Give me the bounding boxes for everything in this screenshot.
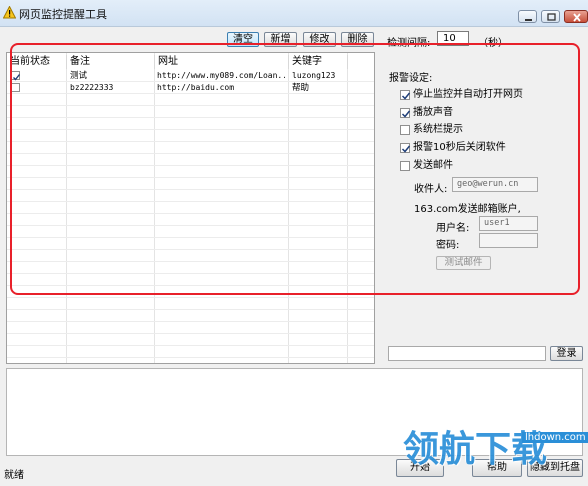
edit-button[interactable]: 修改 <box>303 32 336 47</box>
minimize-button[interactable] <box>518 10 537 23</box>
checkmark-icon <box>401 110 411 118</box>
login-input[interactable] <box>388 346 546 361</box>
clear-button[interactable]: 清空 <box>227 32 259 47</box>
app-window: 网页监控提醒工具 清空 新增 修改 删除 检测间隔: 10 （秒） 当前状态 备… <box>0 0 588 486</box>
status-text: 就绪 <box>4 470 24 481</box>
table-row <box>7 286 374 298</box>
row-url: http://baidu.com <box>157 83 235 92</box>
option-checkbox[interactable] <box>400 90 411 100</box>
column-header-note[interactable]: 备注 <box>67 55 155 69</box>
option-label: 停止监控并自动打开网页 <box>413 89 523 100</box>
option-label: 发送邮件 <box>413 160 453 171</box>
password-label: 密码: <box>436 240 460 251</box>
table-row <box>7 94 374 106</box>
row-status-checkbox[interactable] <box>11 71 21 81</box>
alarm-settings-heading: 报警设定: <box>389 73 433 84</box>
new-button[interactable]: 新增 <box>264 32 297 47</box>
table-row <box>7 178 374 190</box>
row-url: http://www.my089.com/Loan... <box>157 71 285 80</box>
table-row <box>7 238 374 250</box>
option-checkbox[interactable] <box>400 108 411 118</box>
table-row <box>7 334 374 346</box>
minimize-icon <box>525 19 532 21</box>
watermark-domain: lhdown.com <box>522 432 588 443</box>
table-row <box>7 226 374 238</box>
option-label: 播放声音 <box>413 107 453 118</box>
username-label: 用户名: <box>436 223 470 234</box>
table-row <box>7 274 374 286</box>
option-checkbox[interactable] <box>400 161 410 171</box>
row-keyword: 帮助 <box>292 83 310 93</box>
table-row[interactable]: 测试 http://www.my089.com/Loan... luzong12… <box>7 70 374 82</box>
close-button[interactable] <box>564 10 588 23</box>
delete-button[interactable]: 删除 <box>341 32 374 47</box>
close-icon <box>573 13 581 22</box>
interval-input[interactable]: 10 <box>437 31 469 46</box>
interval-unit-label: （秒） <box>478 38 508 49</box>
table-row <box>7 298 374 310</box>
column-header-keyword[interactable]: 关键字 <box>289 55 348 69</box>
table-row <box>7 190 374 202</box>
table-row <box>7 118 374 130</box>
interval-label: 检测间隔: <box>387 38 431 49</box>
checkmark-icon <box>401 92 411 100</box>
recipient-input[interactable]: geo@werun.cn <box>452 177 538 192</box>
table-row <box>7 214 374 226</box>
table-row <box>7 250 374 262</box>
option-label: 报警10秒后关闭软件 <box>413 142 506 153</box>
maximize-icon <box>547 13 556 21</box>
table-row <box>7 310 374 322</box>
test-mail-button[interactable]: 测试邮件 <box>436 256 491 270</box>
title-bar: 网页监控提醒工具 <box>0 0 588 27</box>
checkmark-icon <box>13 74 21 81</box>
row-status-checkbox[interactable] <box>11 83 20 92</box>
column-header-status[interactable]: 当前状态 <box>7 55 67 69</box>
table-row[interactable]: bz2222333 http://baidu.com 帮助 <box>7 82 374 94</box>
row-note: 测试 <box>70 71 88 81</box>
table-row <box>7 202 374 214</box>
table-row <box>7 142 374 154</box>
table-row <box>7 322 374 334</box>
table-row <box>7 130 374 142</box>
username-input[interactable]: user1 <box>479 216 538 231</box>
watermark-logo: 领航下载 <box>403 429 548 470</box>
row-note: bz2222333 <box>70 83 114 92</box>
checkmark-icon <box>401 145 411 153</box>
sender-account-heading: 163.com发送邮箱账户, <box>414 204 521 215</box>
row-keyword: luzong123 <box>292 71 336 80</box>
table-row <box>7 154 374 166</box>
option-checkbox[interactable] <box>400 143 411 153</box>
option-label: 系统栏提示 <box>413 124 463 135</box>
column-header-url[interactable]: 网址 <box>155 55 289 69</box>
table-row <box>7 262 374 274</box>
window-title: 网页监控提醒工具 <box>19 8 107 21</box>
warning-icon <box>2 5 17 19</box>
monitor-table[interactable]: 当前状态 备注 网址 关键字 测试 http://www.my089.com/L… <box>6 52 375 364</box>
maximize-button[interactable] <box>541 10 560 23</box>
option-checkbox[interactable] <box>400 125 410 135</box>
table-row <box>7 346 374 358</box>
login-button[interactable]: 登录 <box>550 346 583 361</box>
table-row <box>7 166 374 178</box>
table-row <box>7 106 374 118</box>
recipient-label: 收件人: <box>414 184 448 195</box>
password-input[interactable] <box>479 233 538 248</box>
